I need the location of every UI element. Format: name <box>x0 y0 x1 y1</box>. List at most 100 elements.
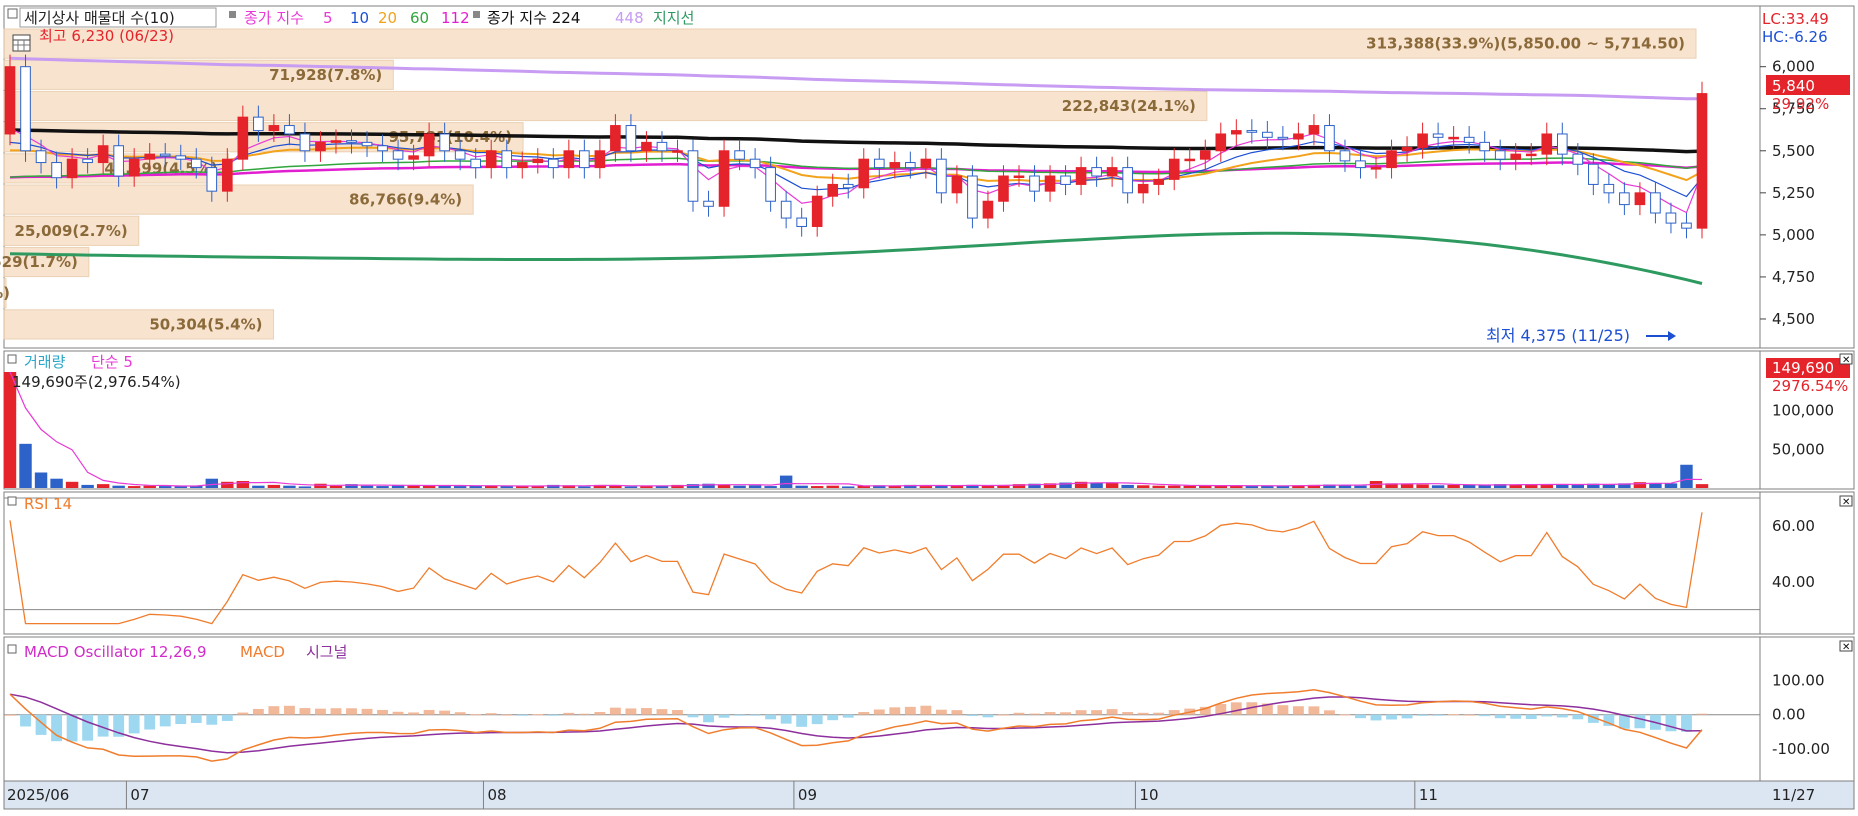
candle-body <box>1137 183 1149 194</box>
candle-body <box>516 162 528 169</box>
candle-body <box>1153 178 1165 185</box>
macd-oscillator-bar <box>734 714 746 716</box>
candle-body <box>594 150 606 169</box>
volume-readout: 149,690주(2,976.54%) <box>12 373 181 391</box>
volume-ma-label[interactable]: 단순 5 <box>91 353 133 371</box>
macd-oscillator-bar <box>315 708 326 715</box>
volume-profile-label: 25,009(2.7%) <box>15 222 128 240</box>
volume-bar <box>376 486 389 488</box>
candle-body <box>1075 167 1087 185</box>
candle-body <box>1339 150 1351 162</box>
volume-bar <box>267 484 281 488</box>
candle-body <box>998 175 1009 202</box>
legend-ma5[interactable]: 5 <box>323 9 333 27</box>
close-icon[interactable]: ✕ <box>1839 353 1853 366</box>
legend-ma60[interactable]: 60 <box>410 9 429 27</box>
rsi-title[interactable]: RSI 14 <box>24 495 72 513</box>
candle-body <box>982 200 994 219</box>
macd-oscillator-bar <box>20 714 31 727</box>
volume-bar <box>50 478 63 488</box>
volume-bar <box>1447 484 1460 488</box>
macd-oscillator-bar <box>1448 714 1460 716</box>
volume-bar <box>453 486 467 488</box>
rsi-tick-label: 40.00 <box>1772 573 1815 591</box>
volume-bar <box>360 485 374 488</box>
candle-body <box>1355 160 1366 169</box>
volume-bar <box>1121 484 1134 488</box>
macd-oscillator-bar <box>1122 712 1134 715</box>
candle-body <box>1308 125 1320 135</box>
macd-label[interactable]: MACD <box>240 643 285 661</box>
candle-body <box>206 167 218 192</box>
macd-oscillator-bar <box>749 714 761 716</box>
close-icon[interactable]: ✕ <box>1839 495 1853 508</box>
candle-body <box>687 150 699 202</box>
macd-oscillator-bar <box>578 713 590 715</box>
candle <box>687 139 699 212</box>
close-icon[interactable]: ✕ <box>1839 640 1853 653</box>
volume-bar <box>127 486 141 488</box>
macd-oscillator-bar <box>237 712 249 715</box>
volume-profile-label: 222,843(24.1%) <box>1062 97 1196 115</box>
macd-oscillator-bar <box>4 714 16 716</box>
legend-ma10[interactable]: 10 <box>350 9 369 27</box>
candle-body <box>1541 133 1553 155</box>
macd-oscillator-bar <box>1386 714 1397 720</box>
candle-body <box>873 158 885 169</box>
candle-body <box>1603 183 1615 194</box>
legend-ma20[interactable]: 20 <box>378 9 397 27</box>
volume-bar <box>329 485 343 488</box>
volume-bar <box>826 485 839 488</box>
macd-oscillator-bar <box>66 714 78 742</box>
macd-oscillator-bar <box>1401 714 1413 719</box>
stock-chart-window: 313,388(33.9%)(5,850.00 ~ 5,714.50) 71,92… <box>0 0 1858 812</box>
volume-bar <box>174 486 187 488</box>
candle-body <box>1199 150 1211 160</box>
macd-oscillator-bar <box>873 709 885 715</box>
candle-body <box>1572 153 1584 165</box>
candle-body <box>1215 133 1227 152</box>
macd-tick-label: 100.00 <box>1772 672 1825 690</box>
legend-title[interactable]: 세기상사 매물대 수(10) <box>24 9 175 27</box>
volume-bar <box>578 486 591 488</box>
macd-oscillator-bar <box>1494 714 1506 719</box>
legend-ma224[interactable]: 종가 지수 224 <box>487 9 580 27</box>
signal-label[interactable]: 시그널 <box>306 643 347 661</box>
candle-body <box>827 183 839 197</box>
macd-oscillator-bar <box>470 714 482 716</box>
legend-ma-prefix[interactable]: 종가 지수 <box>244 9 304 27</box>
volume-bar <box>1680 464 1693 488</box>
macd-osc-title[interactable]: MACD Oscillator 12,26,9 <box>24 643 207 661</box>
macd-oscillator-bar <box>175 714 187 725</box>
volume-bar <box>748 485 762 488</box>
volume-bar <box>205 478 219 488</box>
macd-oscillator-bar <box>299 708 311 715</box>
macd-oscillator-bar <box>656 709 668 715</box>
macd-oscillator-bar <box>966 714 978 717</box>
legend-ma448[interactable]: 448 <box>615 9 644 27</box>
macd-oscillator-bar <box>1417 714 1429 716</box>
candle-body <box>361 141 373 147</box>
candle-body <box>82 158 93 164</box>
price-tick-label: 4,500 <box>1772 310 1815 328</box>
volume-bar <box>96 484 110 488</box>
macd-tick-label: -100.00 <box>1772 740 1830 758</box>
candle-body <box>1588 163 1599 185</box>
legend-support[interactable]: 지지선 <box>653 9 694 27</box>
macd-oscillator-bar <box>1308 706 1320 715</box>
hc-label: HC:-6.26 <box>1762 28 1828 46</box>
candle-body <box>408 155 419 160</box>
volume-title[interactable]: 거래량 <box>24 353 66 371</box>
macd-oscillator-bar <box>1091 710 1103 715</box>
volume-profile-label: 50,304(5.4%) <box>149 315 262 333</box>
calendar-icon[interactable] <box>12 34 31 52</box>
right-axis-rsi <box>1759 491 1855 635</box>
candle-body <box>377 145 388 152</box>
volume-bar <box>1354 485 1367 488</box>
price-tick-label: 5,000 <box>1772 226 1815 244</box>
macd-oscillator-bar <box>159 714 171 727</box>
candle-body <box>454 150 466 160</box>
macd-oscillator-bar <box>827 714 839 721</box>
legend-ma112[interactable]: 112 <box>441 9 470 27</box>
candle-body <box>439 133 450 152</box>
